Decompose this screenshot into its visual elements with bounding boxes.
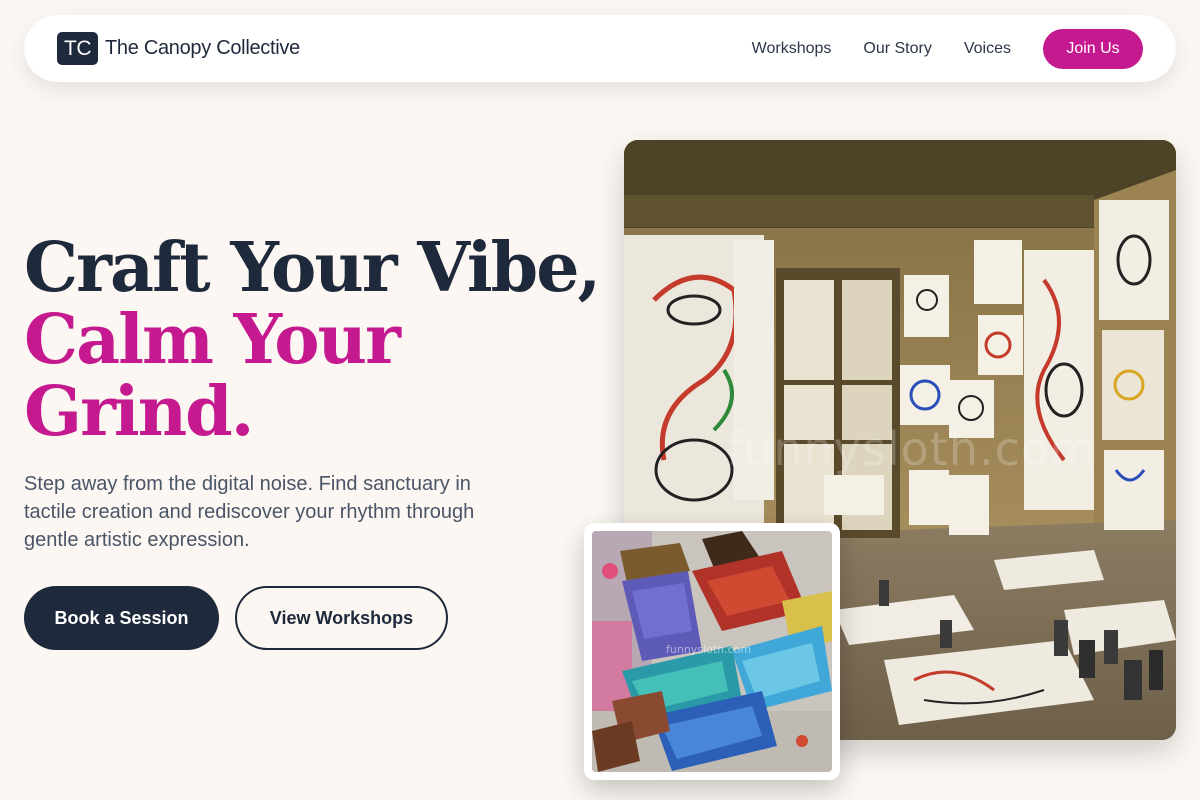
hero-subtext: Step away from the digital noise. Find s… xyxy=(24,473,475,551)
brushes-photo: funnysloth.com xyxy=(592,531,832,772)
nav-links: Workshops Our Story Voices Join Us xyxy=(752,29,1143,69)
nav-link-our-story[interactable]: Our Story xyxy=(863,29,931,69)
main-photo-watermark: funnysloth.com xyxy=(726,422,1096,476)
headline-line-2: Calm Your xyxy=(24,300,401,380)
hero-headline: Craft Your Vibe, Calm Your Grind. xyxy=(24,228,601,452)
nav-link-voices[interactable]: Voices xyxy=(964,29,1011,69)
inset-photo-watermark: funnysloth.com xyxy=(666,643,752,656)
brand-logo[interactable]: TC The Canopy Collective xyxy=(57,32,300,65)
brushes-photo-card: funnysloth.com xyxy=(584,523,840,780)
view-workshops-button[interactable]: View Workshops xyxy=(235,586,448,650)
nav-link-workshops[interactable]: Workshops xyxy=(752,29,832,69)
join-us-button[interactable]: Join Us xyxy=(1043,29,1143,69)
logo-mark-icon: TC xyxy=(57,32,98,65)
book-session-button[interactable]: Book a Session xyxy=(24,586,219,650)
headline-line-3: Grind. xyxy=(24,372,254,452)
brand-name: The Canopy Collective xyxy=(105,37,300,59)
headline-line-1: Craft Your Vibe, xyxy=(24,228,601,308)
top-nav: TC The Canopy Collective Workshops Our S… xyxy=(24,15,1176,82)
